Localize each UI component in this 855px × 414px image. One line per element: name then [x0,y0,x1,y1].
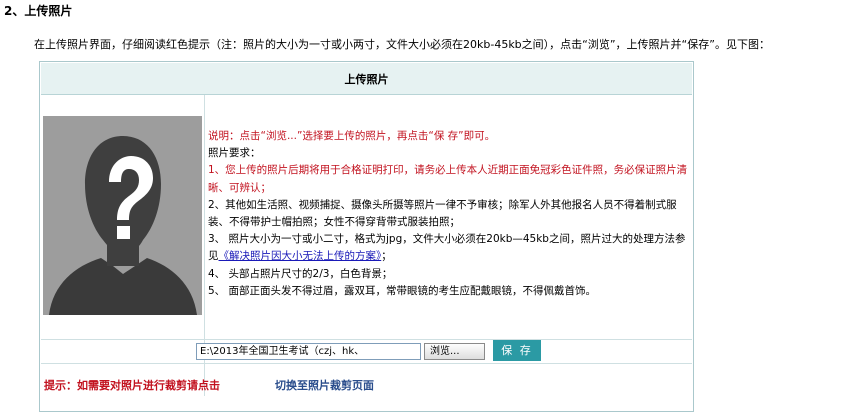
requirement-item-4: 4、 头部占照片尺寸的2/3，白色背景； [208,267,393,280]
requirement-item-2: 2、其他如生活照、视频捕捉、摄像头所摄等照片一律不予审核；除军人外其他报名人员不… [208,198,677,229]
crop-hint-text: 提示：如需要对照片进行裁剪请点击 [44,379,220,392]
intro-text: 在上传照片界面，仔细阅读红色提示（注：照片的大小为一寸或小两寸，文件大小必须在2… [34,38,770,51]
upload-info: 说明：点击“浏览...”选择要上传的照片，再点击“保 存”即可。 照片要求： 1… [208,128,690,300]
requirements-heading: 照片要求： [208,147,261,160]
file-path-input[interactable]: E:\2013年全国卫生考试（czj、hk、 [196,343,421,360]
size-solution-link[interactable]: 《解决照片因大小无法上传的方案》 [219,250,382,262]
unknown-person-icon [43,116,202,315]
requirement-item-3: 3、 照片大小为一寸或小二寸，格式为jpg，文件大小必须在20kb—45kb之间… [208,231,690,265]
upload-photo-panel: 上传照片 说明：点击“浏览...”选择要上传的照片，再点击“保 存”即可。 照片… [39,61,694,412]
placeholder-photo [43,116,202,315]
upload-controls: E:\2013年全国卫生考试（czj、hk、 浏览... 保 存 [41,339,692,363]
switch-to-crop-link[interactable]: 切换至照片裁剪页面 [275,377,374,393]
instruction-text: 说明：点击“浏览...”选择要上传的照片，再点击“保 存”即可。 [208,130,496,142]
panel-title: 上传照片 [41,63,692,95]
requirement-item-3-tail: ； [381,250,392,263]
section-heading: 2、上传照片 [4,4,73,18]
crop-hint-row: 提示：如需要对照片进行裁剪请点击 切换至照片裁剪页面 [41,363,692,410]
save-button[interactable]: 保 存 [493,340,541,361]
requirement-item-1: 1、您上传的照片后期将用于合格证明打印，请务必上传本人近期正面免冠彩色证件照，务… [208,164,688,194]
browse-button[interactable]: 浏览... [424,343,485,360]
requirement-item-5: 5、 面部正面头发不得过眉，露双耳，常带眼镜的考生应配戴眼镜，不得佩戴首饰。 [208,284,597,297]
